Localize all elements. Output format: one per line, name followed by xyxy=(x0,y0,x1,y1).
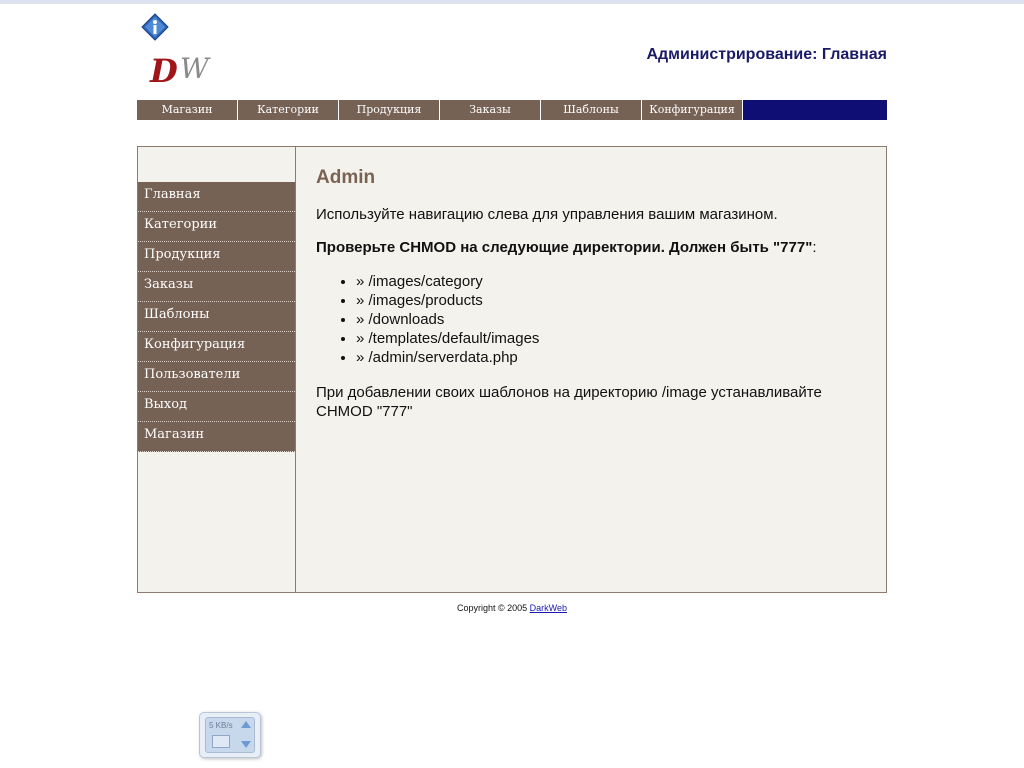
sidebar-menu: Главная Категории Продукция Заказы Шабло… xyxy=(138,182,295,452)
tab-templates[interactable]: Шаблоны xyxy=(541,100,642,120)
intro-text: Используйте навигацию слева для управлен… xyxy=(316,206,778,223)
tab-configuration[interactable]: Конфигурация xyxy=(642,100,743,120)
darkweb-link[interactable]: DarkWeb xyxy=(530,603,567,613)
speed-rate: 5 KB/s xyxy=(209,721,233,730)
page-title: Администрирование: Главная xyxy=(646,46,887,63)
list-item: » /images/products xyxy=(356,291,876,310)
sidebar-item-categories[interactable]: Категории xyxy=(138,212,295,242)
monitor-icon xyxy=(212,735,230,748)
sidebar-item-products[interactable]: Продукция xyxy=(138,242,295,272)
tab-shop[interactable]: Магазин xyxy=(137,100,238,120)
sidebar-item-users[interactable]: Пользователи xyxy=(138,362,295,392)
sidebar-item-configuration[interactable]: Конфигурация xyxy=(138,332,295,362)
logo[interactable]: D W xyxy=(148,52,222,90)
speed-panel: 5 KB/s xyxy=(205,717,255,753)
svg-text:W: W xyxy=(180,52,211,85)
list-item: » /downloads xyxy=(356,310,876,329)
sidebar-item-orders[interactable]: Заказы xyxy=(138,272,295,302)
list-item: » /images/category xyxy=(356,272,876,291)
top-border xyxy=(0,0,1024,4)
copyright-text: Copyright © 2005 xyxy=(456,603,528,613)
chmod-note-tail: : xyxy=(812,239,817,256)
content-heading: Admin xyxy=(316,167,376,188)
tab-categories[interactable]: Категории xyxy=(238,100,339,120)
chmod-note: Проверьте CHMOD на следующие директории.… xyxy=(316,239,876,256)
sidebar-item-home[interactable]: Главная xyxy=(138,182,295,212)
sidebar-item-shop[interactable]: Магазин xyxy=(138,422,295,452)
arrow-up-icon xyxy=(241,721,251,728)
svg-text:D: D xyxy=(149,52,178,88)
download-speed-widget[interactable]: 5 KB/s xyxy=(199,712,261,758)
chmod-note-bold: Проверьте CHMOD на следующие директории.… xyxy=(316,239,813,256)
templates-note: При добавлении своих шаблонов на директо… xyxy=(316,384,822,420)
arrow-down-icon[interactable] xyxy=(241,741,251,748)
list-item: » /admin/serverdata.php xyxy=(356,348,876,367)
sidebar-item-logout[interactable]: Выход xyxy=(138,392,295,422)
sidebar: Главная Категории Продукция Заказы Шабло… xyxy=(138,147,296,592)
main-frame: Главная Категории Продукция Заказы Шабло… xyxy=(137,146,887,593)
tab-products[interactable]: Продукция xyxy=(339,100,440,120)
list-item: » /templates/default/images xyxy=(356,329,876,348)
footer: Copyright © 2005 DarkWeb xyxy=(0,603,1024,613)
content-area: Admin Используйте навигацию слева для уп… xyxy=(316,167,876,421)
info-icon[interactable] xyxy=(141,13,169,41)
directory-list: » /images/category » /images/products » … xyxy=(316,272,876,367)
sidebar-item-templates[interactable]: Шаблоны xyxy=(138,302,295,332)
tab-orders[interactable]: Заказы xyxy=(440,100,541,120)
top-navigation: Магазин Категории Продукция Заказы Шабло… xyxy=(137,100,887,120)
